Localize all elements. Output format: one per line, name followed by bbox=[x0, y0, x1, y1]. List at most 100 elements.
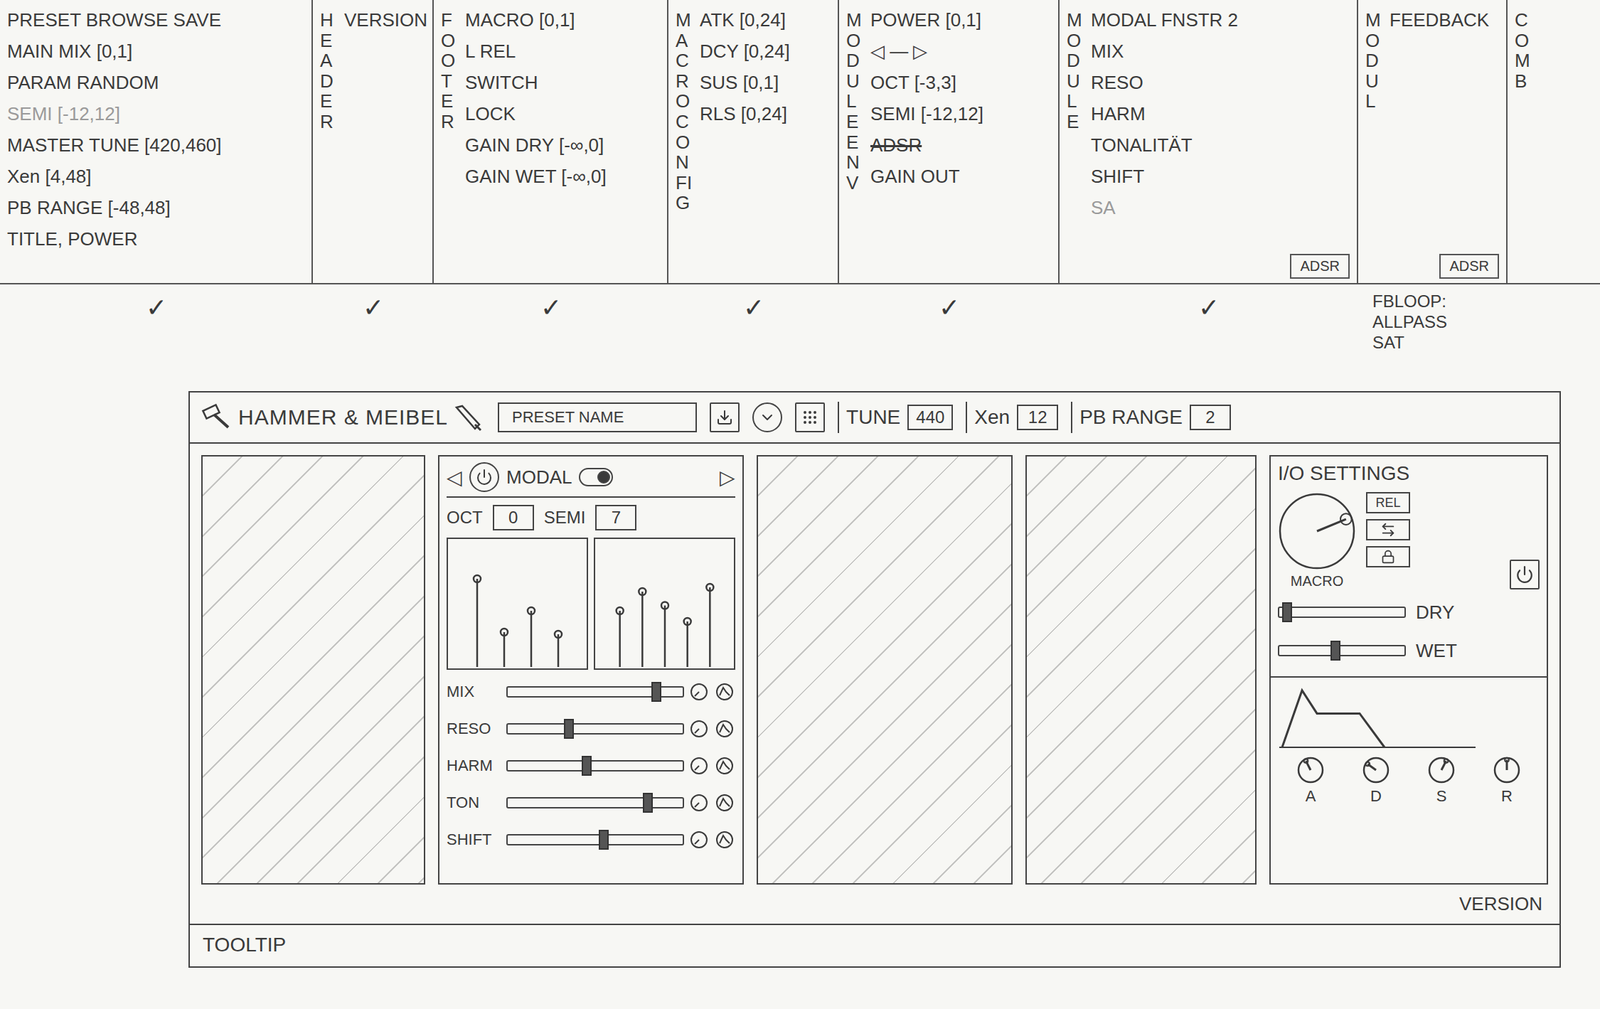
slider-thumb[interactable] bbox=[642, 792, 653, 813]
note-list: MACRO [0,1]L RELSWITCHLOCKGAIN DRY [-∞,0… bbox=[465, 4, 660, 279]
note-item: ADSR bbox=[870, 129, 1052, 161]
slider-row: TON bbox=[446, 787, 736, 818]
footnote-line: SAT bbox=[1372, 332, 1586, 354]
mod-knob-icon[interactable] bbox=[689, 682, 709, 702]
note-item: GAIN WET [-∞,0] bbox=[465, 160, 660, 192]
field-value[interactable]: 2 bbox=[1189, 404, 1231, 431]
separator bbox=[965, 401, 968, 434]
empty-slot[interactable] bbox=[201, 455, 426, 885]
slider-thumb[interactable] bbox=[581, 755, 592, 776]
header-field: TUNE 440 bbox=[837, 401, 953, 434]
adsr-knob[interactable] bbox=[1492, 755, 1522, 785]
field-label: TUNE bbox=[846, 406, 901, 429]
check-mark: ✓ bbox=[312, 284, 434, 370]
io-power-button[interactable] bbox=[1509, 559, 1540, 590]
mod-knob-icon[interactable] bbox=[689, 719, 709, 739]
spectrum-bar bbox=[554, 630, 562, 668]
note-column: COMB bbox=[1507, 0, 1600, 285]
envelope-icon[interactable] bbox=[715, 682, 734, 702]
slider-row: MIX bbox=[446, 676, 736, 707]
note-item: PARAM RANDOM bbox=[7, 66, 305, 99]
note-item: SA bbox=[1090, 192, 1350, 224]
note-box: ADSR bbox=[1439, 253, 1500, 279]
oct-value[interactable]: 0 bbox=[492, 504, 535, 531]
io-power bbox=[1509, 559, 1540, 590]
browse-button[interactable] bbox=[795, 402, 825, 433]
adsr-knob[interactable] bbox=[1296, 755, 1325, 785]
note-list: ATK [0,24]DCY [0,24]SUS [0,1]RLS [0,24] bbox=[699, 4, 831, 279]
slider-track[interactable] bbox=[506, 834, 685, 846]
gain-thumb[interactable] bbox=[1282, 602, 1293, 623]
switch-button[interactable] bbox=[1366, 519, 1411, 541]
logo: HAMMER & MEIBEL bbox=[201, 403, 485, 432]
field-value[interactable]: 12 bbox=[1016, 404, 1059, 431]
spectrum-bar bbox=[683, 617, 691, 668]
spectrum-bar bbox=[473, 575, 481, 668]
slider-row: RESO bbox=[446, 713, 736, 744]
note-item: L REL bbox=[465, 35, 660, 67]
note-column: MODULEMODAL FNSTR 2MIXRESOHARMTONALITÄTS… bbox=[1059, 0, 1359, 285]
envelope-icon[interactable] bbox=[715, 793, 734, 813]
vertical-label: HEADER bbox=[320, 4, 339, 279]
note-column: MACRO CONFIGATK [0,24]DCY [0,24]SUS [0,1… bbox=[668, 0, 840, 285]
note-item: LOCK bbox=[465, 98, 660, 130]
check-mark: ✓ bbox=[433, 284, 669, 370]
note-item: Xen [4,48] bbox=[7, 160, 305, 192]
prev-button[interactable]: ◁ bbox=[446, 465, 463, 490]
modal-module: ◁MODAL▷OCT0SEMI7MIXRESOHARMTONSHIFT bbox=[438, 455, 744, 885]
spectrum-bar bbox=[706, 583, 714, 668]
note-list: MODAL FNSTR 2MIXRESOHARMTONALITÄTSHIFTSA… bbox=[1090, 4, 1350, 279]
logo-text: HAMMER & MEIBEL bbox=[238, 405, 448, 430]
note-list: VERSION bbox=[344, 4, 426, 279]
vertical-label: FOOTER bbox=[440, 4, 460, 279]
gain-label: DRY bbox=[1415, 601, 1455, 624]
envelope-icon[interactable] bbox=[715, 719, 734, 739]
spectrum-box bbox=[446, 537, 589, 670]
note-column: HEADER VERSION bbox=[312, 0, 434, 285]
slider-thumb[interactable] bbox=[563, 718, 574, 739]
power-button[interactable] bbox=[469, 462, 500, 493]
mod-knob-icon[interactable] bbox=[689, 830, 709, 850]
gain-thumb[interactable] bbox=[1330, 640, 1341, 661]
slider-track[interactable] bbox=[506, 760, 685, 772]
lock-button[interactable] bbox=[1366, 546, 1411, 568]
next-button[interactable]: ▷ bbox=[719, 465, 736, 490]
field-value[interactable]: 440 bbox=[907, 404, 953, 431]
note-column: FOOTERMACRO [0,1]L RELSWITCHLOCKGAIN DRY… bbox=[433, 0, 669, 285]
gain-slider[interactable] bbox=[1277, 606, 1406, 618]
note-item: TITLE, POWER bbox=[7, 223, 305, 255]
spectra bbox=[446, 537, 736, 670]
adsr-knob[interactable] bbox=[1361, 755, 1391, 785]
envelope-icon[interactable] bbox=[715, 830, 734, 850]
preset-menu-button[interactable] bbox=[752, 402, 783, 433]
mod-knob-icon[interactable] bbox=[689, 793, 709, 813]
gain-row: DRY bbox=[1277, 596, 1540, 628]
adsr-knob[interactable] bbox=[1427, 755, 1456, 785]
slider-track[interactable] bbox=[506, 797, 685, 809]
spectrum-chart bbox=[597, 547, 733, 669]
text-button[interactable]: REL bbox=[1366, 492, 1411, 514]
slider-track[interactable] bbox=[506, 723, 685, 735]
note-item: POWER [0,1] bbox=[870, 4, 1052, 36]
note-item: RESO bbox=[1090, 66, 1350, 99]
macro-knob-group: MACRO bbox=[1277, 492, 1357, 590]
slider-track[interactable] bbox=[506, 686, 685, 698]
slider-thumb[interactable] bbox=[598, 829, 609, 850]
module-toggle[interactable] bbox=[578, 467, 613, 487]
envelope-icon[interactable] bbox=[715, 756, 734, 776]
gain-label: WET bbox=[1415, 640, 1458, 663]
header-bar: HAMMER & MEIBEL PRESET NAME TUNE 440 Xen 12 PB… bbox=[189, 392, 1560, 444]
header-field: PB RANGE2 bbox=[1070, 401, 1231, 434]
empty-slot[interactable] bbox=[1025, 455, 1257, 885]
mod-knob-icon[interactable] bbox=[689, 756, 709, 776]
field-label: Xen bbox=[974, 406, 1010, 429]
semi-value[interactable]: 7 bbox=[595, 504, 637, 531]
io-title: I/O SETTINGS bbox=[1277, 462, 1540, 485]
empty-slot[interactable] bbox=[756, 455, 1013, 885]
preset-name[interactable]: PRESET NAME bbox=[497, 402, 697, 433]
slider-thumb[interactable] bbox=[651, 681, 662, 702]
gain-slider[interactable] bbox=[1277, 644, 1406, 657]
macro-knob[interactable] bbox=[1277, 492, 1357, 571]
save-button[interactable] bbox=[709, 402, 740, 433]
power-icon bbox=[475, 468, 493, 486]
